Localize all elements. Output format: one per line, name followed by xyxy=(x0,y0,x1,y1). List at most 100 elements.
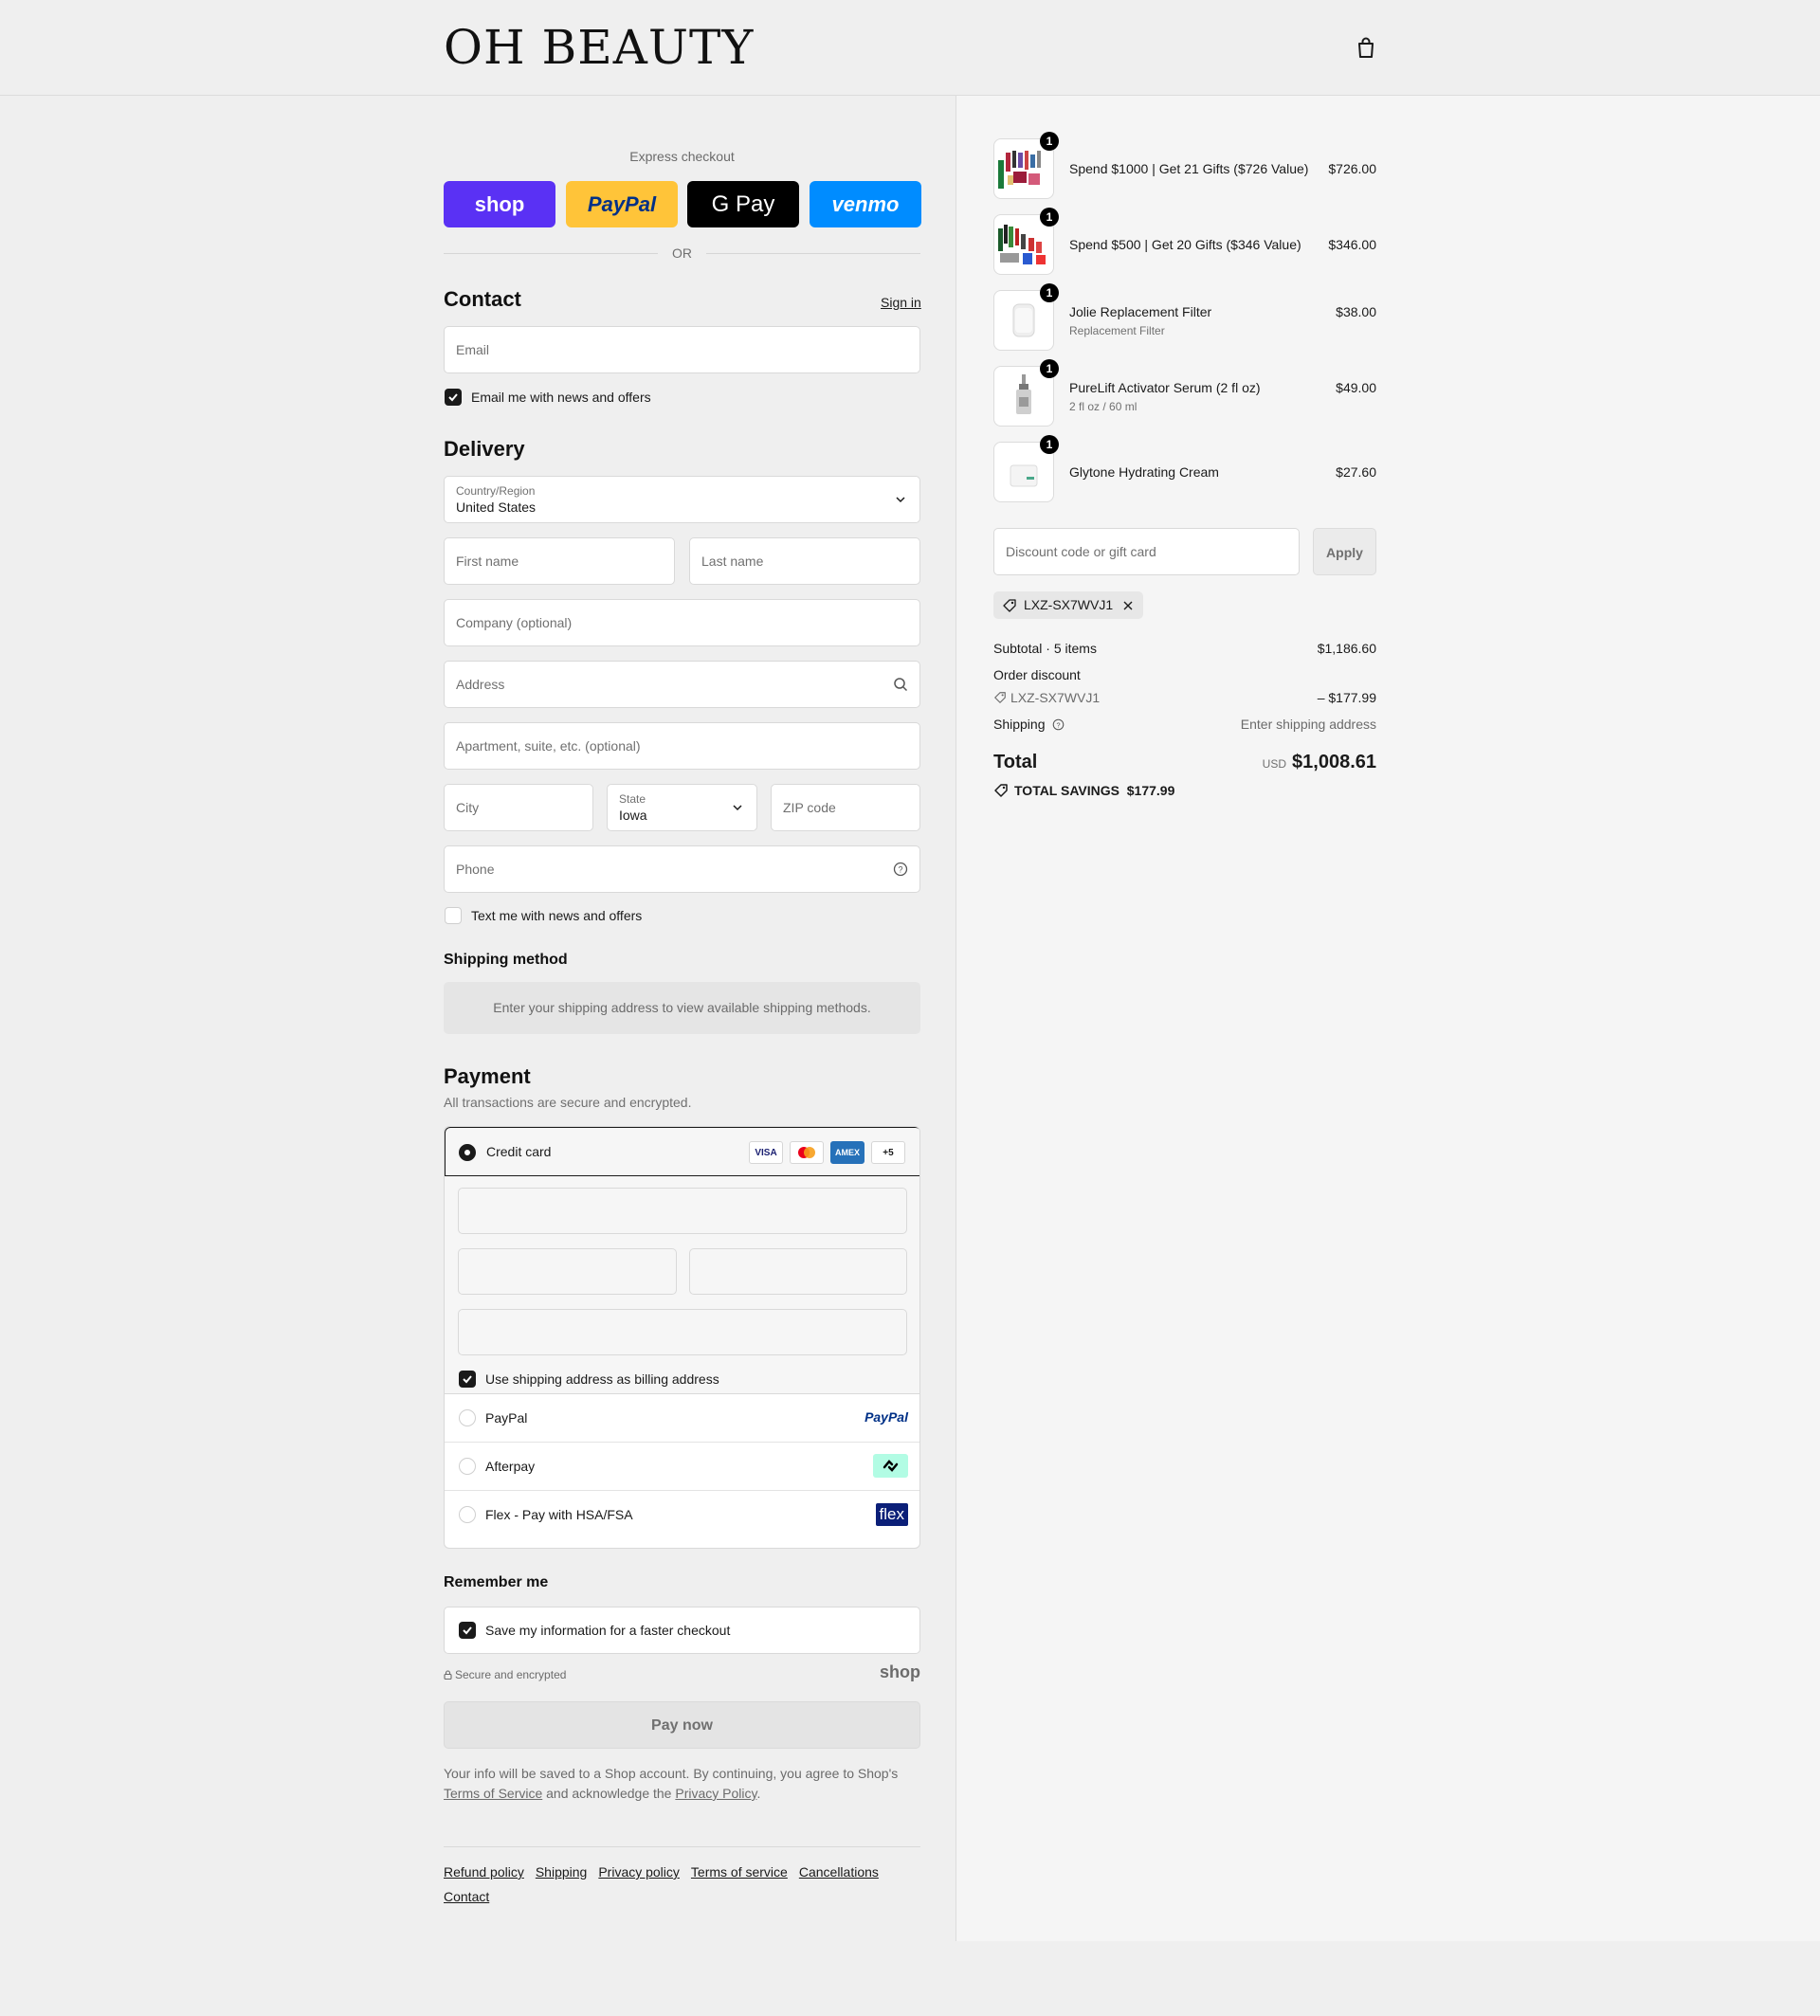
privacy-policy-link[interactable]: Privacy Policy xyxy=(675,1786,756,1801)
chevron-down-icon xyxy=(733,805,742,811)
country-select[interactable]: Country/Region United States xyxy=(444,476,920,523)
pay-now-button[interactable]: Pay now xyxy=(444,1701,920,1749)
item-name: Jolie Replacement Filter xyxy=(1069,304,1212,319)
help-circle-icon[interactable]: ? xyxy=(1052,718,1065,731)
item-price: $49.00 xyxy=(1336,380,1376,395)
address-field[interactable]: Address xyxy=(444,661,920,708)
close-icon[interactable] xyxy=(1122,600,1134,611)
footer-links: Refund policy Shipping Privacy policy Terms… xyxy=(444,1860,920,1909)
mastercard-icon xyxy=(790,1141,824,1164)
total-label: Total xyxy=(993,752,1038,772)
paypal-radio[interactable] xyxy=(459,1409,476,1426)
currency-code: USD xyxy=(1262,757,1287,771)
privacy-policy-footer-link[interactable]: Privacy policy xyxy=(598,1864,680,1880)
flex-radio[interactable] xyxy=(459,1506,476,1523)
shipping-link[interactable]: Shipping xyxy=(536,1864,588,1880)
company-field[interactable]: Company (optional) xyxy=(444,599,920,646)
contact-link[interactable]: Contact xyxy=(444,1889,489,1904)
shop-pay-button[interactable]: shop xyxy=(444,181,555,227)
terms-of-service-link[interactable]: Terms of Service xyxy=(444,1786,542,1801)
billing-address-checkbox[interactable] xyxy=(459,1371,476,1388)
last-name-field[interactable]: Last name xyxy=(689,537,920,585)
product-thumbnail: 1 xyxy=(993,283,1059,351)
help-circle-icon[interactable]: ? xyxy=(893,862,908,877)
quantity-badge: 1 xyxy=(1040,359,1059,378)
product-thumbnail: 1 xyxy=(993,132,1059,199)
payment-heading: Payment xyxy=(444,1064,531,1088)
more-cards-badge: +5 xyxy=(871,1141,905,1164)
state-select[interactable]: State Iowa xyxy=(607,784,757,831)
discount-code-input[interactable]: Discount code or gift card xyxy=(993,528,1300,575)
flex-hsa-option[interactable]: Flex - Pay with HSA/FSA flex xyxy=(445,1491,919,1539)
express-checkout-label: Express checkout xyxy=(629,149,735,164)
flex-logo-icon: flex xyxy=(875,1503,908,1526)
shipping-method-heading: Shipping method xyxy=(444,952,568,968)
first-name-field[interactable]: First name xyxy=(444,537,675,585)
product-thumbnail: 1 xyxy=(993,435,1059,502)
sms-checkbox[interactable] xyxy=(445,907,462,924)
item-variant: Replacement Filter xyxy=(1069,324,1165,337)
item-price: $346.00 xyxy=(1328,237,1376,252)
discount-code-line: LXZ-SX7WVJ1 xyxy=(993,690,1100,705)
shipping-method-message: Enter your shipping address to view avai… xyxy=(444,982,920,1034)
credit-card-label: Credit card xyxy=(486,1144,552,1159)
applied-discount-chip: LXZ-SX7WVJ1 xyxy=(993,591,1143,619)
item-variant: 2 fl oz / 60 ml xyxy=(1069,400,1138,413)
check-icon xyxy=(448,393,458,402)
newsletter-label: Email me with news and offers xyxy=(471,390,651,405)
secure-encrypted-note: Secure and encrypted xyxy=(444,1668,566,1681)
shop-logo: shop xyxy=(880,1662,920,1681)
security-code-field[interactable] xyxy=(689,1248,907,1295)
payment-methods: Credit card VISA AMEX +5 Use shipping ad… xyxy=(444,1126,920,1549)
card-number-field[interactable] xyxy=(458,1188,907,1234)
discount-value: – $177.99 xyxy=(1317,690,1376,705)
credit-card-radio[interactable] xyxy=(459,1144,476,1161)
venmo-button[interactable]: venmo xyxy=(810,181,921,227)
check-icon xyxy=(463,1375,472,1384)
quantity-badge: 1 xyxy=(1040,283,1059,302)
zip-field[interactable]: ZIP code xyxy=(771,784,920,831)
paypal-express-button[interactable]: PayPal xyxy=(566,181,678,227)
paypal-logo-icon: PayPal xyxy=(864,1409,908,1425)
save-info-checkbox[interactable] xyxy=(459,1622,476,1639)
cancellations-link[interactable]: Cancellations xyxy=(799,1864,879,1880)
sms-label: Text me with news and offers xyxy=(471,908,643,923)
city-field[interactable]: City xyxy=(444,784,593,831)
newsletter-checkbox[interactable] xyxy=(445,389,462,406)
svg-text:?: ? xyxy=(898,865,902,875)
shopping-bag-icon[interactable] xyxy=(1356,36,1376,59)
afterpay-logo-icon xyxy=(873,1454,908,1478)
phone-field[interactable]: Phone ? xyxy=(444,845,920,893)
legal-text: Your info will be saved to a Shop accoun… xyxy=(444,1766,899,1801)
visa-icon: VISA xyxy=(749,1141,783,1164)
credit-card-option[interactable]: Credit card VISA AMEX +5 xyxy=(445,1127,919,1176)
refund-policy-link[interactable]: Refund policy xyxy=(444,1864,524,1880)
save-info-label: Save my information for a faster checkou… xyxy=(485,1623,731,1638)
remember-me-heading: Remember me xyxy=(444,1574,549,1590)
expiration-field[interactable] xyxy=(458,1248,677,1295)
brand-logo[interactable]: OH BEAUTY xyxy=(444,21,754,74)
item-name: Spend $500 | Get 20 Gifts ($346 Value) xyxy=(1069,237,1301,252)
product-thumbnail: 1 xyxy=(993,208,1059,275)
paypal-option[interactable]: PayPal PayPal xyxy=(445,1394,919,1443)
terms-of-service-footer-link[interactable]: Terms of service xyxy=(691,1864,788,1880)
item-name: Spend $1000 | Get 21 Gifts ($726 Value) xyxy=(1069,161,1309,176)
name-on-card-field[interactable] xyxy=(458,1309,907,1355)
remember-me-box: Save my information for a faster checkou… xyxy=(444,1607,920,1654)
footer-divider xyxy=(444,1846,920,1847)
subtotal-value: $1,186.60 xyxy=(1317,641,1376,656)
apartment-field[interactable]: Apartment, suite, etc. (optional) xyxy=(444,722,920,770)
email-field[interactable]: Email xyxy=(444,326,920,373)
sign-in-link[interactable]: Sign in xyxy=(881,295,921,310)
item-name: Glytone Hydrating Cream xyxy=(1069,464,1219,480)
product-thumbnail: 1 xyxy=(993,359,1059,427)
or-divider: OR xyxy=(444,244,920,263)
contact-heading: Contact xyxy=(444,287,521,311)
afterpay-radio[interactable] xyxy=(459,1458,476,1475)
shipping-label: Shipping ? xyxy=(993,717,1065,732)
tag-icon xyxy=(994,692,1006,703)
apply-discount-button[interactable]: Apply xyxy=(1313,528,1376,575)
google-pay-button[interactable]: G Pay xyxy=(687,181,799,227)
afterpay-option[interactable]: Afterpay xyxy=(445,1443,919,1491)
credit-card-form: Use shipping address as billing address xyxy=(445,1176,919,1394)
